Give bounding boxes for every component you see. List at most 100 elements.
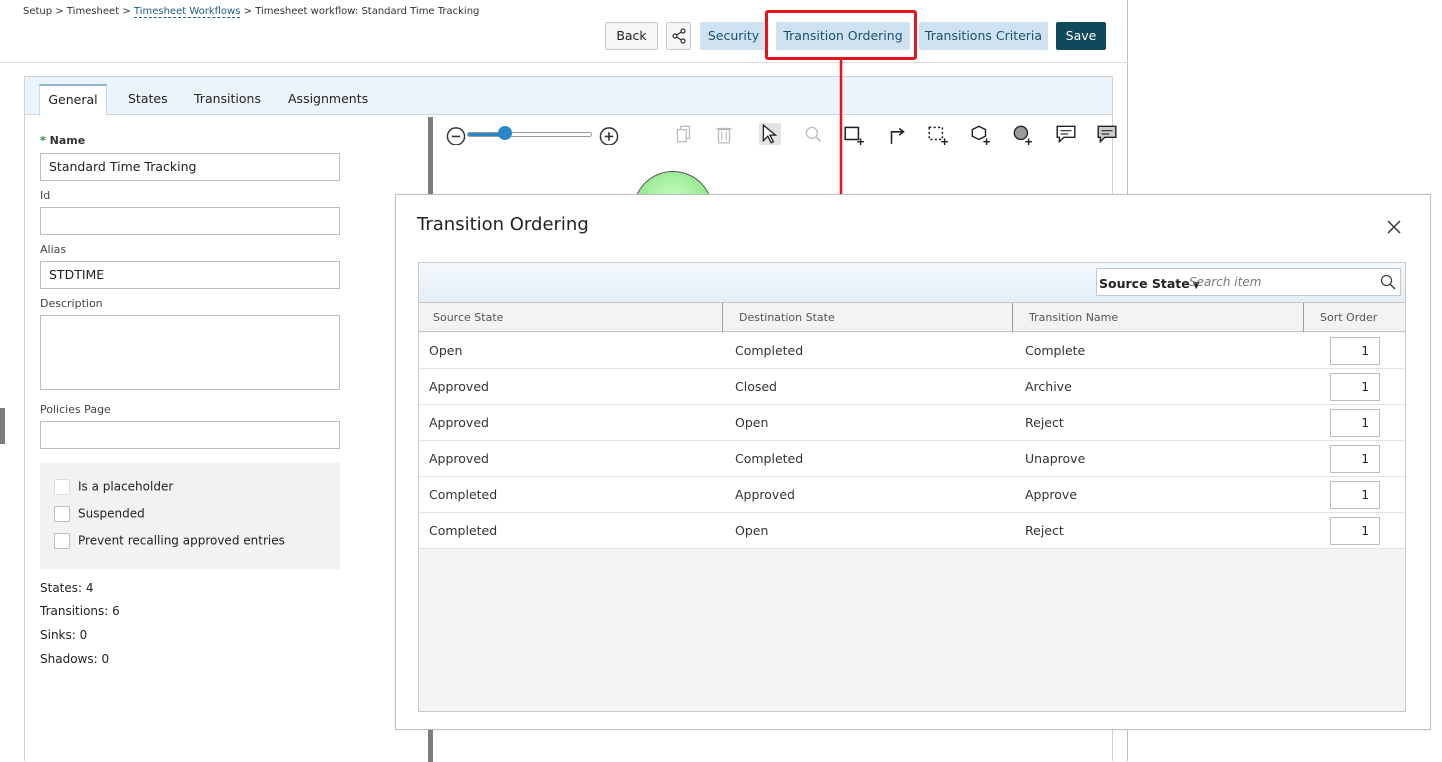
zoom-out-icon[interactable] (445, 123, 467, 145)
select-pointer-icon[interactable] (759, 123, 781, 145)
toggle-comments-icon[interactable] (1096, 123, 1118, 145)
transition-name-cell: Approve (1025, 487, 1078, 502)
states-count: States: 4 (40, 581, 94, 595)
zoom-in-icon[interactable] (598, 123, 620, 145)
transition-name-cell: Complete (1025, 343, 1086, 358)
table-row[interactable]: Open Completed Complete 1 (419, 333, 1405, 369)
source-state-cell: Approved (429, 451, 489, 466)
source-state-cell: Approved (429, 379, 489, 394)
add-placeholder-icon[interactable] (1011, 123, 1033, 145)
grid-body: Open Completed Complete 1 Approved Close… (419, 333, 1405, 549)
sort-order-input[interactable]: 1 (1330, 337, 1380, 365)
table-row[interactable]: Approved Closed Archive 1 (419, 369, 1405, 405)
name-field[interactable]: Standard Time Tracking (40, 153, 340, 181)
breadcrumb-separator: > (122, 6, 131, 17)
save-button[interactable]: Save (1056, 22, 1106, 50)
copy-icon[interactable] (673, 123, 695, 145)
table-row[interactable]: Completed Open Reject 1 (419, 513, 1405, 549)
share-icon (672, 28, 686, 44)
sort-order-input[interactable]: 1 (1330, 409, 1380, 437)
search-field-label: Source State (1099, 276, 1190, 291)
options-group: Is a placeholder Suspended Prevent recal… (40, 463, 340, 569)
sort-order-input[interactable]: 1 (1330, 517, 1380, 545)
placeholder-checkbox-row[interactable]: Is a placeholder (54, 479, 173, 495)
suspended-checkbox-row[interactable]: Suspended (54, 506, 145, 522)
column-header-destination-state[interactable]: Destination State (723, 303, 1013, 332)
description-field[interactable] (40, 315, 340, 390)
add-shadow-icon[interactable] (969, 123, 991, 145)
column-header-transition-name[interactable]: Transition Name (1013, 303, 1304, 332)
search-field-dropdown[interactable]: Source State ▼ (1099, 276, 1200, 291)
destination-state-cell: Approved (735, 487, 795, 502)
column-header-source-state[interactable]: Source State (419, 303, 723, 332)
zoom-slider[interactable] (467, 132, 592, 137)
transition-name-cell: Archive (1025, 379, 1072, 394)
tab-bar: General States Transitions Assignments (25, 77, 1112, 116)
column-header-sort-order[interactable]: Sort Order (1304, 303, 1405, 332)
prevent-recall-checkbox[interactable] (54, 533, 70, 549)
tab-general[interactable]: General (39, 84, 107, 116)
share-button[interactable] (666, 22, 691, 50)
transition-name-cell: Unaprove (1025, 451, 1086, 466)
search-icon[interactable] (1380, 274, 1396, 290)
suspended-checkbox[interactable] (54, 506, 70, 522)
breadcrumb-setup[interactable]: Setup (23, 6, 52, 17)
table-row[interactable]: Completed Approved Approve 1 (419, 477, 1405, 513)
transition-ordering-grid: Source State▼ Source State Destination S… (418, 262, 1406, 712)
transitions-criteria-button[interactable]: Transitions Criteria (919, 22, 1048, 50)
tab-assignments[interactable]: Assignments (288, 91, 368, 106)
placeholder-checkbox[interactable] (54, 479, 70, 495)
required-marker: * (40, 134, 46, 147)
zoom-select-icon[interactable] (802, 123, 824, 145)
search-input[interactable] (1189, 271, 1374, 293)
sort-order-input[interactable]: 1 (1330, 481, 1380, 509)
breadcrumb-timesheet[interactable]: Timesheet (67, 6, 119, 17)
grid-toolbar: Source State ▼ (419, 263, 1405, 303)
source-state-cell: Open (429, 343, 463, 358)
id-field[interactable] (40, 207, 340, 235)
shadows-count: Shadows: 0 (40, 652, 110, 666)
transition-name-cell: Reject (1025, 415, 1064, 430)
prevent-recall-checkbox-row[interactable]: Prevent recalling approved entries (54, 533, 285, 549)
grid-header: Source State Destination State Transitio… (419, 303, 1405, 332)
transitions-count: Transitions: 6 (40, 604, 120, 618)
add-transition-icon[interactable] (886, 123, 908, 145)
placeholder-checkbox-label: Is a placeholder (78, 479, 174, 494)
policies-page-label: Policies Page (40, 403, 111, 416)
security-button[interactable]: Security (700, 22, 767, 50)
highlight-annotation (765, 10, 917, 60)
suspended-checkbox-label: Suspended (78, 506, 145, 521)
side-panel-handle[interactable] (0, 408, 5, 444)
table-row[interactable]: Approved Open Reject 1 (419, 405, 1405, 441)
breadcrumb-current: Timesheet workflow: Standard Time Tracki… (255, 6, 480, 17)
add-sink-icon[interactable] (927, 123, 949, 145)
sinks-count: Sinks: 0 (40, 628, 88, 642)
breadcrumb-workflows-link[interactable]: Timesheet Workflows (133, 6, 241, 18)
zoom-slider-handle[interactable] (498, 126, 512, 140)
breadcrumb-separator: > (243, 6, 253, 17)
sort-order-input[interactable]: 1 (1330, 373, 1380, 401)
dialog-title: Transition Ordering (417, 214, 589, 235)
source-state-cell: Completed (429, 487, 498, 502)
destination-state-cell: Completed (735, 451, 804, 466)
destination-state-cell: Completed (735, 343, 804, 358)
name-label: * Name (40, 134, 85, 147)
tab-transitions[interactable]: Transitions (194, 91, 261, 106)
alias-field[interactable]: STDTIME (40, 261, 340, 289)
header-divider (0, 62, 1128, 63)
policies-page-field[interactable] (40, 421, 340, 449)
breadcrumb: Setup > Timesheet > Timesheet Workflows … (23, 6, 480, 18)
source-state-cell: Approved (429, 415, 489, 430)
delete-icon[interactable] (713, 123, 735, 145)
add-comment-icon[interactable] (1055, 123, 1077, 145)
destination-state-cell: Open (735, 415, 769, 430)
close-icon[interactable] (1386, 219, 1402, 235)
prevent-recall-checkbox-label: Prevent recalling approved entries (78, 533, 285, 548)
table-row[interactable]: Approved Completed Unaprove 1 (419, 441, 1405, 477)
breadcrumb-separator: > (55, 6, 64, 17)
description-label: Description (40, 297, 103, 310)
sort-order-input[interactable]: 1 (1330, 445, 1380, 473)
tab-states[interactable]: States (128, 91, 168, 106)
back-button[interactable]: Back (605, 22, 658, 50)
alias-label: Alias (40, 243, 67, 256)
